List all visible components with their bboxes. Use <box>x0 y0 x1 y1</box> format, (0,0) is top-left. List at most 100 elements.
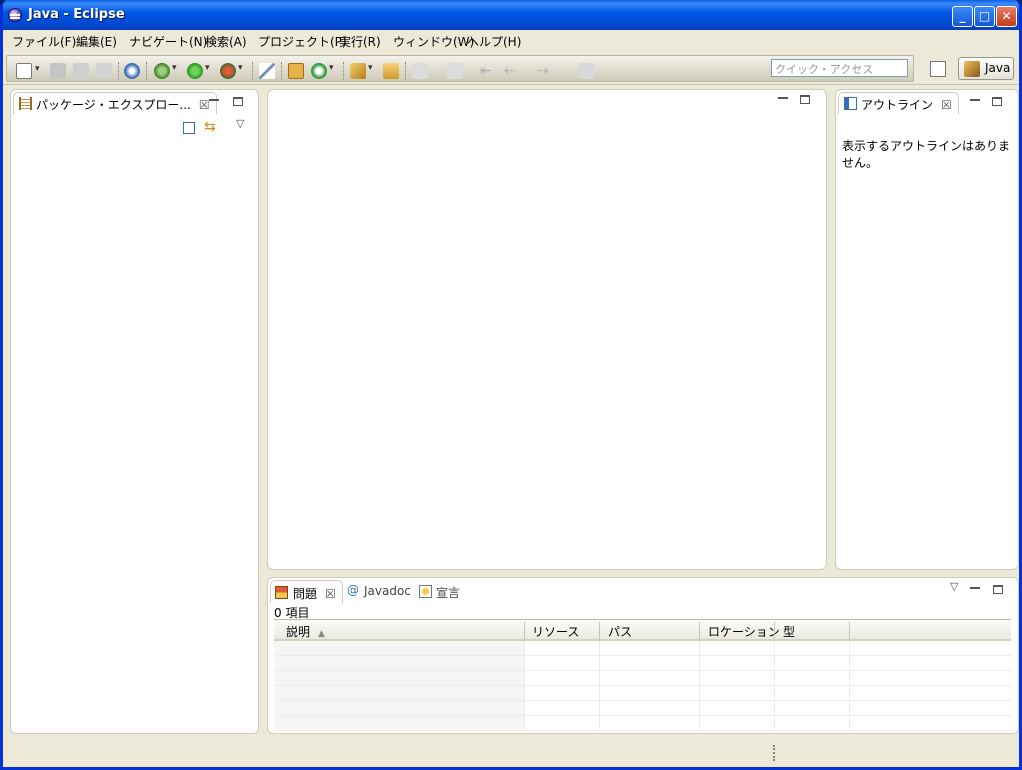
editor-area[interactable] <box>267 89 827 570</box>
table-row <box>274 716 1011 731</box>
minimize-editor-icon[interactable] <box>778 97 788 99</box>
minimize-view-icon[interactable] <box>209 99 219 101</box>
maximize-view-icon[interactable] <box>992 97 1002 106</box>
problems-tab-label: 問題 <box>293 587 318 601</box>
menu-project[interactable]: プロジェクト(P) <box>258 33 347 50</box>
maximize-view-icon[interactable] <box>993 585 1003 594</box>
sort-ascending-icon: ▲ <box>318 629 325 639</box>
view-menu-icon[interactable]: ▽ <box>950 580 958 593</box>
toolbar-separator <box>281 62 283 80</box>
java-perspective-button[interactable]: Java <box>958 57 1014 80</box>
column-grid-line <box>849 641 850 729</box>
close-icon[interactable]: ☒ <box>941 98 952 112</box>
new-package-icon[interactable] <box>288 63 304 79</box>
minimize-view-icon[interactable] <box>970 99 980 101</box>
java-perspective-icon <box>964 61 980 77</box>
run-icon[interactable] <box>187 63 210 79</box>
column-grid-line <box>774 641 775 729</box>
column-path[interactable]: パス <box>608 623 632 640</box>
table-row <box>274 671 1011 686</box>
menu-window[interactable]: ウィンドウ(W) <box>393 33 474 50</box>
column-divider[interactable] <box>774 622 775 639</box>
column-type[interactable]: 型 <box>783 623 795 640</box>
print-icon[interactable] <box>96 63 112 79</box>
toolbar-separator <box>343 62 345 80</box>
minimize-window-button[interactable]: _ <box>952 6 973 27</box>
new-wizard-icon[interactable] <box>16 63 40 79</box>
javadoc-tab-label: Javadoc <box>364 584 411 598</box>
menu-navigate[interactable]: ナビゲート(N) <box>129 33 207 50</box>
new-java-project-icon[interactable] <box>259 63 275 79</box>
menu-run[interactable]: 実行(R) <box>339 33 381 50</box>
skip-breakpoints-icon[interactable] <box>124 63 140 79</box>
close-window-button[interactable]: ✕ <box>996 6 1017 27</box>
perspective-switcher: Java <box>920 55 1017 82</box>
outline-view: アウトライン ☒ 表示するアウトラインはありません。 <box>835 89 1019 570</box>
menu-file[interactable]: ファイル(F) <box>12 33 76 50</box>
collapse-all-icon[interactable] <box>183 122 195 134</box>
menu-edit[interactable]: 編集(E) <box>76 33 117 50</box>
java-perspective-label: Java <box>985 61 1011 75</box>
close-icon[interactable]: ☒ <box>199 98 210 112</box>
declaration-icon <box>419 585 432 598</box>
debug-icon[interactable] <box>154 63 177 79</box>
back-icon[interactable]: ⇠ <box>504 63 520 79</box>
last-edit-location-icon[interactable]: ⇤ <box>480 63 496 79</box>
menu-help[interactable]: ヘルプ(H) <box>467 33 521 50</box>
column-divider[interactable] <box>699 622 700 639</box>
package-explorer-view: パッケージ・エクスプロー... ☒ ⇆ ▽ <box>10 89 259 734</box>
open-type-icon[interactable] <box>350 63 373 79</box>
maximize-window-button[interactable]: □ <box>974 6 995 27</box>
tab-declaration[interactable]: 宣言 <box>414 580 466 603</box>
toolbar-separator <box>118 62 120 80</box>
column-divider[interactable] <box>599 622 600 639</box>
tab-package-explorer[interactable]: パッケージ・エクスプロー... ☒ <box>13 92 217 114</box>
save-all-icon[interactable] <box>73 63 89 79</box>
column-location[interactable]: ロケーション <box>708 623 780 640</box>
window-title: Java - Eclipse <box>28 7 125 22</box>
pin-editor-icon[interactable] <box>579 63 595 79</box>
open-perspective-icon[interactable] <box>930 61 946 77</box>
menu-search[interactable]: 検索(A) <box>205 33 247 50</box>
outline-icon <box>844 97 857 110</box>
column-divider[interactable] <box>849 622 850 639</box>
minimize-view-icon[interactable] <box>970 587 980 589</box>
forward-icon[interactable]: ⇢ <box>537 63 553 79</box>
column-grid-line <box>699 641 700 729</box>
status-bar-grip[interactable] <box>773 745 775 761</box>
package-explorer-icon <box>19 97 32 110</box>
tab-javadoc[interactable]: @ Javadoc <box>342 580 417 603</box>
next-annotation-icon[interactable] <box>412 63 428 79</box>
problems-panel: 問題 ☒ @ Javadoc 宣言 ▽ 0 項目 説明 ▲ リソース パス ロケーシ… <box>267 577 1019 734</box>
external-tools-icon[interactable] <box>220 63 243 79</box>
link-with-editor-icon[interactable]: ⇆ <box>204 120 220 134</box>
table-row <box>274 641 1011 656</box>
column-grid-line <box>524 641 525 729</box>
declaration-tab-label: 宣言 <box>436 586 461 600</box>
maximize-view-icon[interactable] <box>233 97 243 106</box>
column-resource[interactable]: リソース <box>532 623 579 640</box>
javadoc-icon: @ <box>347 583 359 597</box>
menu-bar: ファイル(F) 編集(E) ナビゲート(N) 検索(A) プロジェクト(P) 実… <box>3 30 1019 52</box>
maximize-editor-icon[interactable] <box>800 95 810 104</box>
tab-problems[interactable]: 問題 ☒ <box>270 580 343 603</box>
title-bar[interactable]: Java - Eclipse _ □ ✕ <box>3 0 1019 30</box>
problems-table-header: 説明 ▲ リソース パス ロケーション 型 <box>274 620 1011 641</box>
status-bar <box>3 735 1019 767</box>
problems-icon <box>275 586 288 599</box>
eclipse-app-icon <box>8 8 22 22</box>
package-explorer-tab-label: パッケージ・エクスプロー... <box>36 98 191 112</box>
column-divider[interactable] <box>524 622 525 639</box>
save-icon[interactable] <box>50 63 66 79</box>
outline-tab-label: アウトライン <box>861 98 934 112</box>
quick-access-input[interactable]: クイック・アクセス <box>771 59 908 77</box>
column-description[interactable]: 説明 ▲ <box>286 623 325 640</box>
main-toolbar: ⇤ ⇠ ⇢ クイック・アクセス Java <box>3 52 1019 85</box>
tab-outline[interactable]: アウトライン ☒ <box>838 92 959 114</box>
close-icon[interactable]: ☒ <box>325 587 336 601</box>
previous-annotation-icon[interactable] <box>447 63 463 79</box>
new-class-icon[interactable] <box>311 63 334 79</box>
open-folder-icon[interactable] <box>383 63 399 79</box>
view-menu-icon[interactable]: ▽ <box>236 117 244 130</box>
toolbar-separator <box>146 62 148 80</box>
